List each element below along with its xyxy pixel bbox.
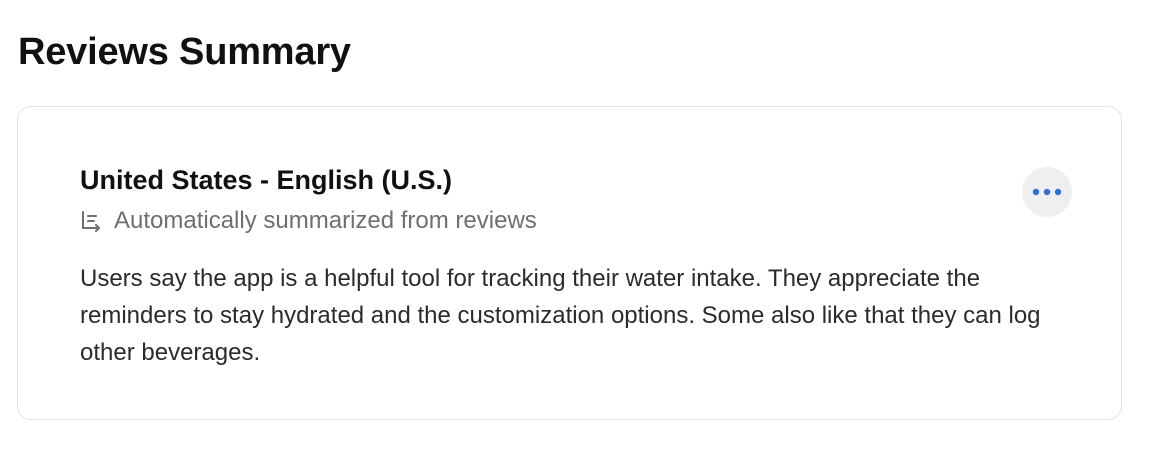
summary-source-label: Automatically summarized from reviews — [114, 207, 537, 234]
ellipsis-icon — [1032, 188, 1062, 196]
page-title: Reviews Summary — [18, 31, 351, 73]
more-options-button[interactable] — [1022, 167, 1072, 217]
summary-source-row: Automatically summarized from reviews — [80, 206, 537, 236]
reviews-summary-card: United States - English (U.S.) Automatic… — [17, 106, 1122, 420]
summary-body: Users say the app is a helpful tool for … — [80, 265, 1041, 366]
summary-lines-icon — [80, 210, 104, 232]
card-heading: United States - English (U.S.) — [80, 165, 453, 195]
